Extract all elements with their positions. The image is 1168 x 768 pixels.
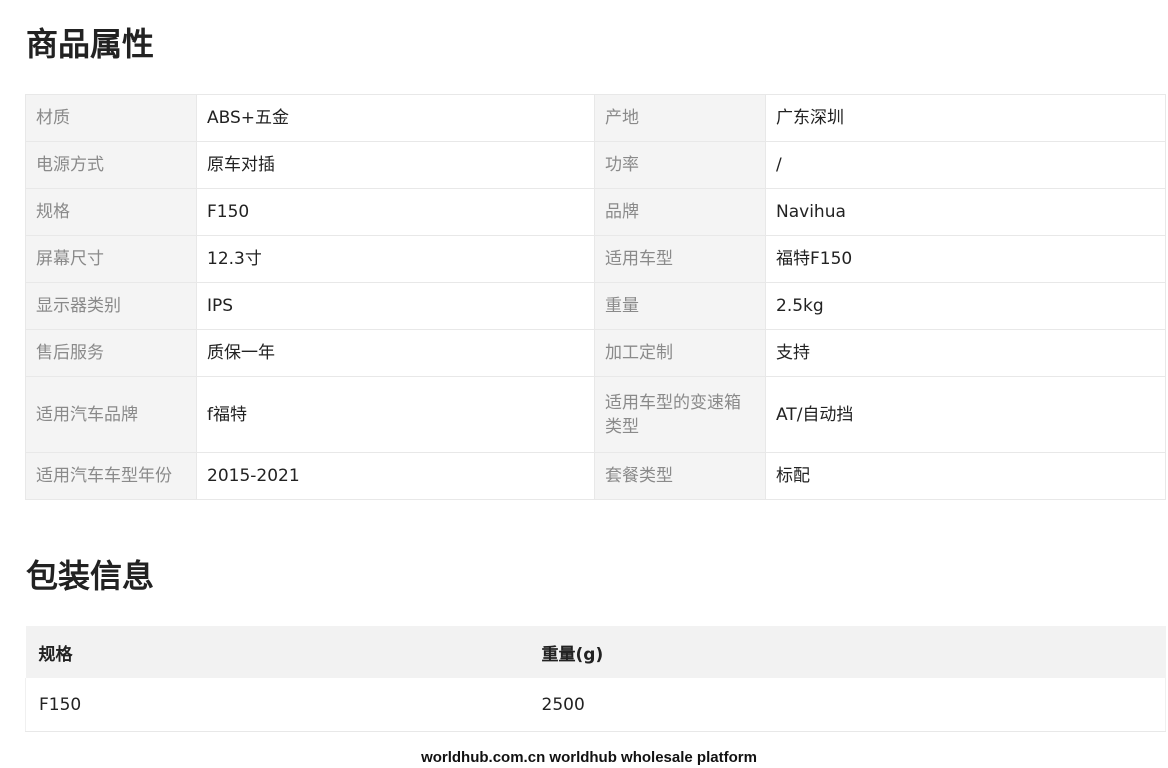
attribute-key: 适用车型的变速箱类型 (594, 376, 766, 453)
attribute-value: F150 (196, 188, 595, 236)
attribute-value: 支持 (765, 329, 1166, 377)
attribute-key: 适用汽车品牌 (25, 376, 197, 453)
packaging-title: 包装信息 (26, 557, 155, 595)
table-row: F150 2500 (25, 678, 1166, 732)
attribute-value: 福特F150 (765, 235, 1166, 283)
attribute-value: / (765, 141, 1166, 189)
attribute-key: 材质 (25, 94, 197, 142)
attribute-row: 显示器类别 IPS 重量 2.5kg (25, 282, 1166, 330)
attribute-key: 售后服务 (25, 329, 197, 377)
packaging-table: 规格 重量(g) F150 2500 (25, 626, 1166, 732)
packaging-header-weight: 重量(g) (528, 626, 1166, 678)
attribute-row: 材质 ABS+五金 产地 广东深圳 (25, 94, 1166, 142)
attribute-value: 2015-2021 (196, 452, 595, 500)
attribute-key: 产地 (594, 94, 766, 142)
attribute-key: 电源方式 (25, 141, 197, 189)
attribute-key: 套餐类型 (594, 452, 766, 500)
attribute-value: 2.5kg (765, 282, 1166, 330)
attribute-key: 加工定制 (594, 329, 766, 377)
attribute-value: f福特 (196, 376, 595, 453)
attribute-key: 适用汽车车型年份 (25, 452, 197, 500)
attribute-value: AT/自动挡 (765, 376, 1166, 453)
packaging-header-row: 规格 重量(g) (25, 626, 1166, 678)
packaging-cell-spec: F150 (25, 678, 529, 732)
attribute-key: 屏幕尺寸 (25, 235, 197, 283)
attribute-row: 屏幕尺寸 12.3寸 适用车型 福特F150 (25, 235, 1166, 283)
attributes-title: 商品属性 (26, 25, 155, 63)
packaging-cell-weight: 2500 (528, 678, 1166, 732)
attribute-key: 显示器类别 (25, 282, 197, 330)
attribute-row: 适用汽车品牌 f福特 适用车型的变速箱类型 AT/自动挡 (25, 376, 1166, 453)
attribute-row: 适用汽车车型年份 2015-2021 套餐类型 标配 (25, 452, 1166, 500)
packaging-header-spec: 规格 (25, 626, 529, 678)
attribute-key: 适用车型 (594, 235, 766, 283)
attribute-value: 12.3寸 (196, 235, 595, 283)
attribute-value: ABS+五金 (196, 94, 595, 142)
attribute-row: 电源方式 原车对插 功率 / (25, 141, 1166, 189)
attributes-table: 材质 ABS+五金 产地 广东深圳 电源方式 原车对插 功率 / 规格 F150… (25, 94, 1166, 500)
attribute-row: 售后服务 质保一年 加工定制 支持 (25, 329, 1166, 377)
attribute-key: 功率 (594, 141, 766, 189)
footer-watermark: worldhub.com.cn worldhub wholesale platf… (421, 749, 757, 766)
attribute-key: 品牌 (594, 188, 766, 236)
attribute-value: 标配 (765, 452, 1166, 500)
attribute-row: 规格 F150 品牌 Navihua (25, 188, 1166, 236)
attribute-key: 规格 (25, 188, 197, 236)
attribute-value: IPS (196, 282, 595, 330)
attribute-value: 质保一年 (196, 329, 595, 377)
attribute-key: 重量 (594, 282, 766, 330)
attribute-value: Navihua (765, 188, 1166, 236)
attribute-value: 广东深圳 (765, 94, 1166, 142)
attribute-value: 原车对插 (196, 141, 595, 189)
